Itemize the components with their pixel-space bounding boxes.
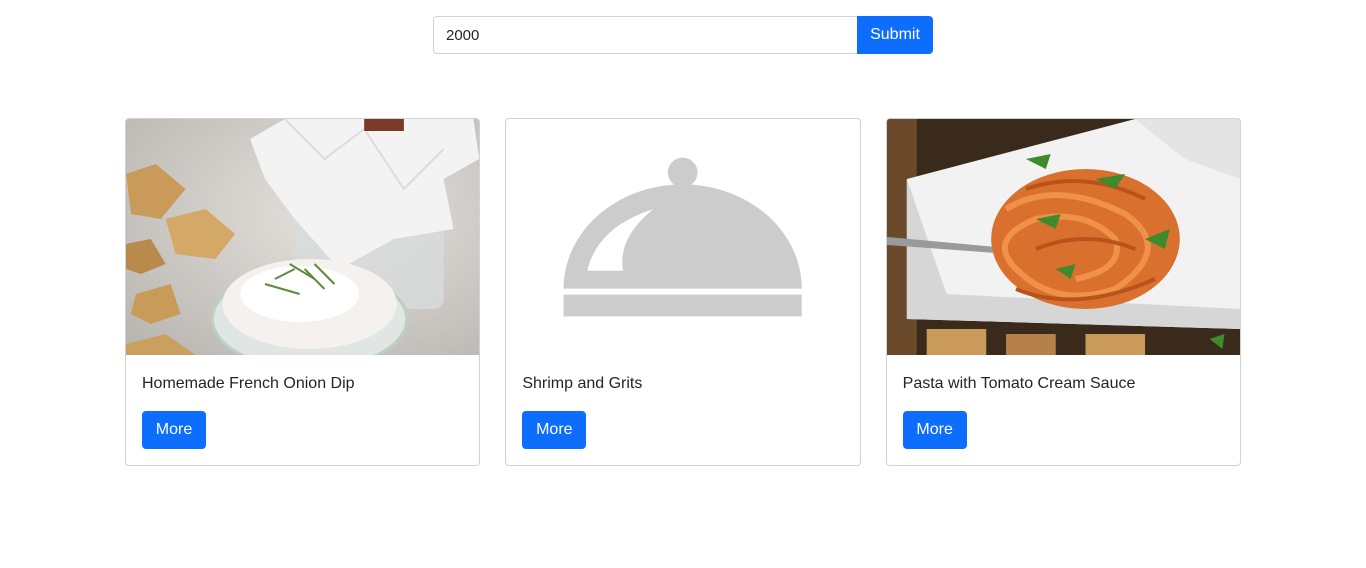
more-button[interactable]: More xyxy=(142,411,206,449)
recipe-card: Shrimp and Grits More xyxy=(505,118,861,466)
recipe-title: Homemade French Onion Dip xyxy=(142,375,355,392)
more-button[interactable]: More xyxy=(522,411,587,449)
search-form: Submit xyxy=(433,16,933,54)
recipe-card: Pasta with Tomato Cream Sauce More xyxy=(885,118,1241,466)
cloche-placeholder-icon xyxy=(506,119,860,355)
recipe-card-list: Homemade French Onion Dip More Shrimp an… xyxy=(125,118,1241,466)
recipe-image-pasta-tomato-cream xyxy=(886,119,1240,355)
submit-button[interactable]: Submit xyxy=(857,16,933,54)
search-input[interactable] xyxy=(433,16,857,54)
recipe-title: Shrimp and Grits xyxy=(522,375,643,392)
more-button[interactable]: More xyxy=(902,411,967,449)
recipe-title: Pasta with Tomato Cream Sauce xyxy=(902,375,1136,392)
recipe-image-french-onion-dip xyxy=(126,119,480,355)
recipe-card: Homemade French Onion Dip More xyxy=(125,118,481,466)
